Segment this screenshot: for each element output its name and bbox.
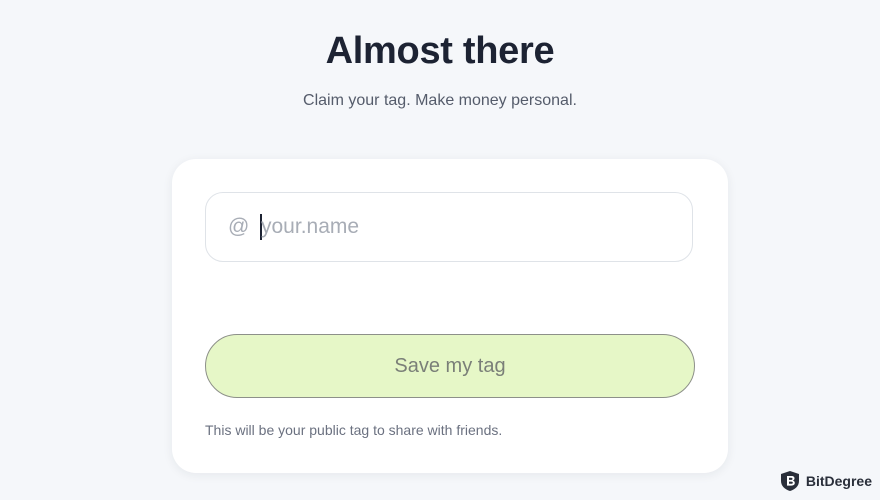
bitdegree-shield-icon [780,470,800,492]
claim-tag-card: @ Save my tag This will be your public t… [172,159,728,473]
bitdegree-watermark: BitDegree [780,470,872,492]
tag-input[interactable] [261,193,671,261]
page-title: Almost there [325,30,555,72]
helper-text: This will be your public tag to share wi… [205,422,503,438]
save-tag-button[interactable]: Save my tag [205,334,695,398]
tag-input-field[interactable]: @ [205,192,693,262]
bitdegree-brand-text: BitDegree [805,473,872,489]
page-subtitle: Claim your tag. Make money personal. [303,92,577,109]
at-prefix: @ [228,215,250,238]
